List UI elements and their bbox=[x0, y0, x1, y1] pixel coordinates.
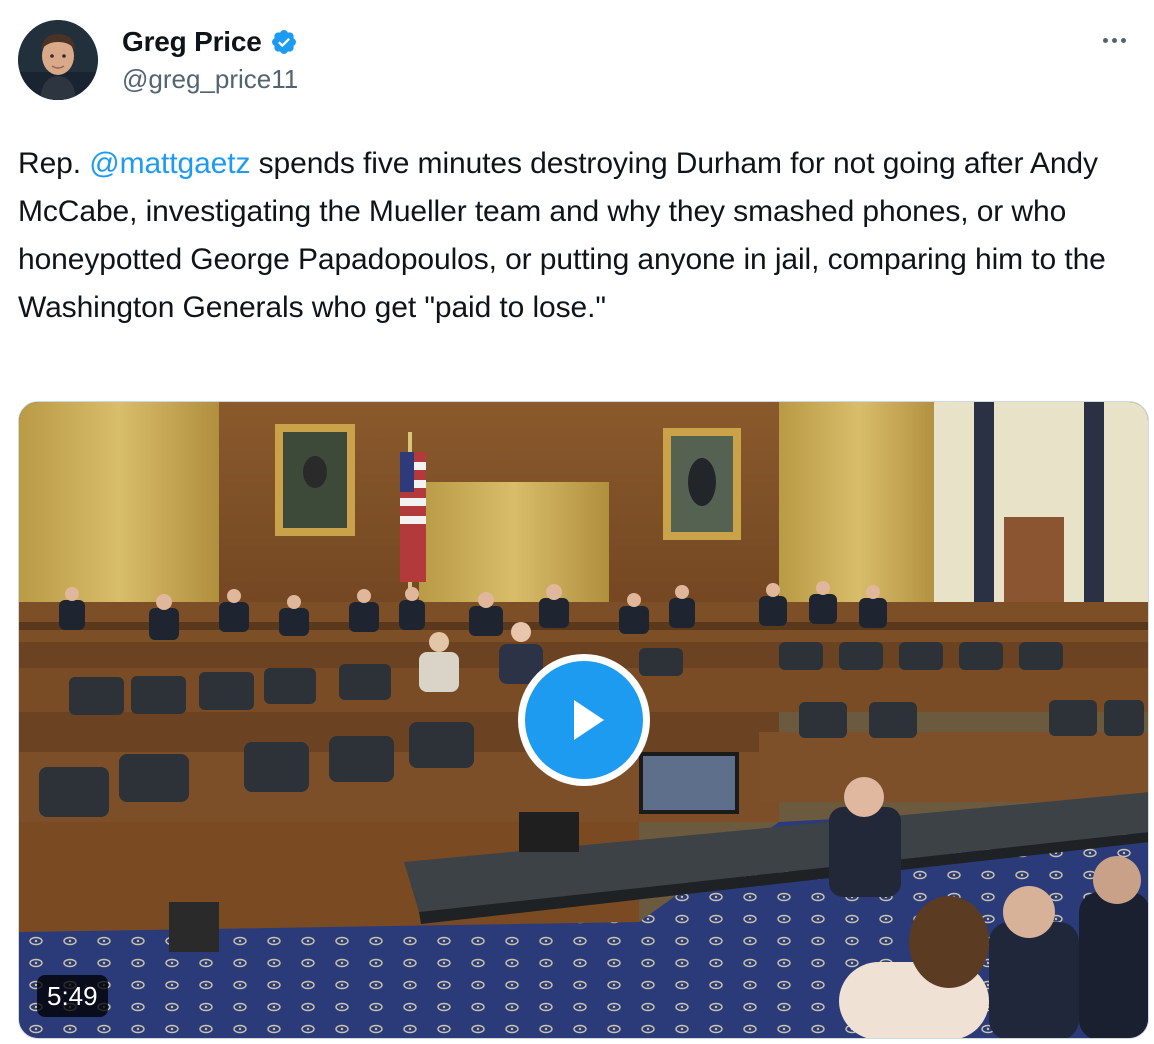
tweet-text: Rep. @mattgaetz spends five minutes dest… bbox=[18, 140, 1143, 332]
avatar-photo bbox=[18, 20, 98, 100]
avatar[interactable] bbox=[18, 20, 98, 100]
more-horizontal-icon bbox=[1120, 37, 1126, 43]
author-display-name[interactable]: Greg Price bbox=[122, 26, 262, 58]
video-duration-badge: 5:49 bbox=[37, 975, 108, 1017]
tweet-text-prefix: Rep. bbox=[18, 147, 90, 180]
author-name-row: Greg Price bbox=[122, 24, 298, 60]
more-options-button[interactable] bbox=[1096, 28, 1132, 52]
video-player[interactable]: 5:49 bbox=[18, 401, 1149, 1039]
mention-link[interactable]: @mattgaetz bbox=[89, 147, 250, 180]
more-horizontal-icon bbox=[1102, 37, 1108, 43]
more-horizontal-icon bbox=[1111, 37, 1117, 43]
play-icon bbox=[574, 700, 604, 740]
tweet: Greg Price @greg_price11 Rep. @mattgaetz… bbox=[0, 0, 1154, 1044]
author-handle[interactable]: @greg_price11 bbox=[122, 64, 298, 95]
play-button-circle bbox=[525, 661, 643, 779]
verified-badge-icon bbox=[270, 28, 298, 56]
play-button[interactable] bbox=[518, 654, 650, 786]
